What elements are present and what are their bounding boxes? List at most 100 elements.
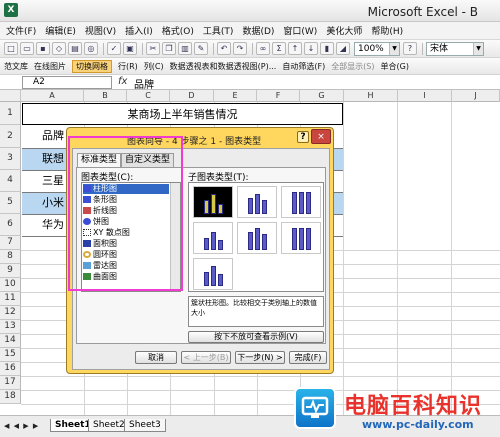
chart-type-list[interactable]: 柱形图 条形图 折线图 饼图 XY 散点图 面积图 圆环图 雷达图 曲面图 (81, 182, 181, 292)
column-header-h[interactable]: H (344, 90, 398, 102)
row-header-15[interactable]: 15 (0, 348, 21, 362)
row-header-13[interactable]: 13 (0, 320, 21, 334)
cell-a5[interactable]: 小米 (42, 197, 64, 208)
column-header-e[interactable]: E (214, 90, 257, 102)
cell-a6[interactable]: 华为 (42, 219, 64, 230)
print-preview-icon[interactable]: ◎ (84, 42, 98, 55)
row-header-4[interactable]: 4 (0, 170, 21, 192)
column-header-j[interactable]: J (452, 90, 500, 102)
row-header-12[interactable]: 12 (0, 306, 21, 320)
list-scrollbar[interactable] (170, 183, 180, 291)
toggle-grid-button[interactable]: 切换网格 (72, 59, 112, 73)
font-select[interactable]: 宋体 ▼ (426, 41, 484, 56)
spelling-icon[interactable]: ✓ (107, 42, 121, 55)
menu-format[interactable]: 格式(O) (162, 24, 194, 37)
row-header-6[interactable]: 6 (0, 214, 21, 236)
row-header-1[interactable]: 1 (0, 102, 21, 125)
column-header-c[interactable]: C (127, 90, 170, 102)
toolbar2-item[interactable]: 全部显示(S) (331, 61, 374, 72)
font-dropdown-icon[interactable]: ▼ (473, 42, 483, 55)
autosum-icon[interactable]: Σ (272, 42, 286, 55)
redo-icon[interactable]: ↷ (233, 42, 247, 55)
menu-file[interactable]: 文件(F) (6, 24, 36, 37)
menu-data[interactable]: 数据(D) (242, 24, 274, 37)
format-painter-icon[interactable]: ✎ (194, 42, 208, 55)
dialog-close-button[interactable]: × (311, 129, 331, 144)
row-header-17[interactable]: 17 (0, 376, 21, 390)
list-item-bar[interactable]: 条形图 (83, 195, 169, 205)
back-button[interactable]: < 上一步(B) (181, 351, 231, 364)
row-header-14[interactable]: 14 (0, 334, 21, 348)
column-header-i[interactable]: I (398, 90, 452, 102)
print-icon[interactable]: ▤ (68, 42, 82, 55)
menu-view[interactable]: 视图(V) (85, 24, 116, 37)
zoom-select[interactable]: 100% ▼ (354, 41, 400, 56)
sheet-tab-3[interactable]: Sheet3 (124, 419, 166, 432)
subtype-3d-100-stacked-column[interactable] (281, 222, 321, 254)
autofilter-button[interactable]: 自动筛选(F) (282, 61, 325, 72)
undo-icon[interactable]: ↶ (217, 42, 231, 55)
subtype-stacked-column[interactable] (237, 186, 277, 218)
row-header-5[interactable]: 5 (0, 192, 21, 214)
corner-select-all[interactable] (0, 90, 21, 102)
permission-icon[interactable]: ◇ (52, 42, 66, 55)
toolbar2-item[interactable]: 范文库 (4, 61, 28, 72)
chart-wizard-icon[interactable]: ▮ (320, 42, 334, 55)
row-header-16[interactable]: 16 (0, 362, 21, 376)
cell-a3[interactable]: 联想 (42, 153, 64, 164)
save-icon[interactable]: ▪ (36, 42, 50, 55)
list-item-pie[interactable]: 饼图 (83, 217, 169, 227)
sort-descending-icon[interactable]: ↓ (304, 42, 318, 55)
list-item-doughnut[interactable]: 圆环图 (83, 250, 169, 260)
column-header-a[interactable]: A (21, 90, 84, 102)
press-hold-preview-button[interactable]: 按下不放可查看示例(V) (188, 331, 324, 343)
cell-a2[interactable]: 品牌 (42, 130, 64, 141)
subtype-3d-clustered-column[interactable] (193, 222, 233, 254)
row-header-7[interactable]: 7 (0, 236, 21, 250)
toolbar2-item[interactable]: 行(R) (118, 61, 138, 72)
row-header-2[interactable]: 2 (0, 125, 21, 148)
subtype-100-stacked-column[interactable] (281, 186, 321, 218)
sort-ascending-icon[interactable]: ↑ (288, 42, 302, 55)
fx-icon[interactable]: fx (118, 76, 127, 87)
column-header-b[interactable]: B (84, 90, 127, 102)
menu-window[interactable]: 窗口(W) (283, 24, 317, 37)
paste-icon[interactable]: ▥ (178, 42, 192, 55)
row-header-9[interactable]: 9 (0, 264, 21, 278)
toolbar2-item[interactable]: 列(C) (144, 61, 164, 72)
open-icon[interactable]: ▭ (20, 42, 34, 55)
menu-insert[interactable]: 插入(I) (125, 24, 153, 37)
menu-edit[interactable]: 编辑(E) (45, 24, 76, 37)
row-header-18[interactable]: 18 (0, 390, 21, 404)
dialog-help-button[interactable]: ? (297, 131, 309, 143)
copy-icon[interactable]: ❐ (162, 42, 176, 55)
row-header-3[interactable]: 3 (0, 148, 21, 170)
finish-button[interactable]: 完成(F) (289, 351, 327, 364)
help-icon[interactable]: ? (403, 42, 417, 55)
column-header-g[interactable]: G (300, 90, 344, 102)
list-item-line[interactable]: 折线图 (83, 206, 169, 216)
cut-icon[interactable]: ✂ (146, 42, 160, 55)
merged-title-cell[interactable]: 某商场上半年销售情况 (22, 103, 343, 125)
toolbar2-item[interactable]: 在线图片 (34, 61, 66, 72)
pivot-table-button[interactable]: 数据透视表和数据透视图(P)... (170, 61, 277, 72)
row-header-10[interactable]: 10 (0, 278, 21, 292)
tab-custom-types[interactable]: 自定义类型 (121, 153, 175, 167)
menu-tools[interactable]: 工具(T) (203, 24, 234, 37)
subtype-3d-column[interactable] (193, 258, 233, 290)
list-item-radar[interactable]: 雷达图 (83, 261, 169, 271)
sheet-nav-arrows-icon[interactable]: ◀ ◀ ▶ ▶ (4, 422, 39, 430)
toolbar2-item[interactable]: 单合(G) (381, 61, 409, 72)
subtype-clustered-column[interactable] (193, 186, 233, 218)
drawing-icon[interactable]: ◢ (336, 42, 350, 55)
list-item-scatter[interactable]: XY 散点图 (83, 228, 169, 238)
tab-standard-types[interactable]: 标准类型 (77, 153, 122, 168)
column-header-d[interactable]: D (170, 90, 214, 102)
row-header-11[interactable]: 11 (0, 292, 21, 306)
list-item-area[interactable]: 面积图 (83, 239, 169, 249)
cell-a4[interactable]: 三星 (42, 175, 64, 186)
hyperlink-icon[interactable]: ∞ (256, 42, 270, 55)
list-item-surface[interactable]: 曲面图 (83, 272, 169, 282)
row-header-8[interactable]: 8 (0, 250, 21, 264)
menu-help[interactable]: 帮助(H) (371, 24, 403, 37)
